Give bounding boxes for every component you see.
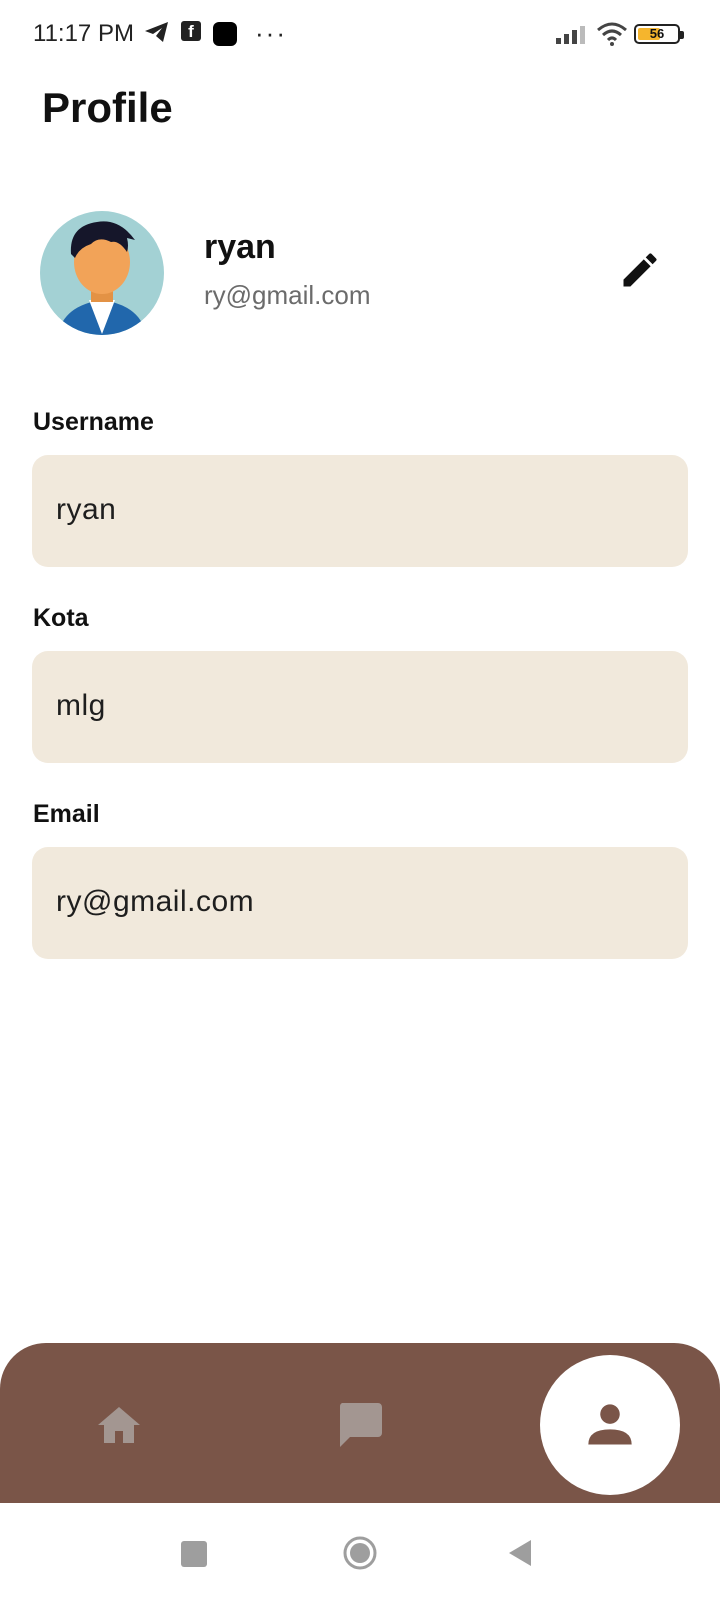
status-time: 11:17 PM	[33, 20, 134, 47]
username-field[interactable]: ryan	[32, 455, 688, 567]
system-back-button[interactable]	[507, 1538, 533, 1573]
battery-level: 56	[649, 26, 665, 41]
system-nav	[0, 1503, 720, 1600]
nav-chat-button[interactable]	[336, 1401, 384, 1454]
username-label: Username	[33, 408, 154, 436]
avatar	[39, 206, 165, 342]
system-home-button[interactable]	[342, 1535, 378, 1576]
email-field[interactable]: ry@gmail.com	[32, 847, 688, 959]
nav-home-button[interactable]	[96, 1405, 142, 1450]
profile-email: ry@gmail.com	[204, 280, 371, 310]
bottom-nav	[0, 1343, 720, 1503]
telegram-icon	[144, 21, 170, 48]
profile-name: ryan	[204, 228, 276, 266]
kota-value: mlg	[56, 689, 106, 722]
screen: 11:17 PM f ··· 56 Profile ryan ry@gmail.…	[0, 0, 720, 1600]
email-value: ry@gmail.com	[56, 885, 255, 918]
more-dots-icon: ···	[255, 18, 287, 48]
page-title: Profile	[42, 84, 173, 131]
edit-profile-button[interactable]	[618, 248, 662, 292]
app-icon	[213, 22, 237, 46]
recent-apps-button[interactable]	[181, 1541, 207, 1567]
nav-profile-button[interactable]	[540, 1355, 680, 1495]
battery-icon: 56	[634, 24, 684, 44]
kota-label: Kota	[33, 604, 89, 632]
circle-home-icon	[343, 1536, 377, 1570]
username-value: ryan	[56, 493, 117, 526]
email-label: Email	[33, 800, 100, 828]
person-icon	[588, 1404, 632, 1445]
wifi-icon	[596, 22, 628, 51]
kota-field[interactable]: mlg	[32, 651, 688, 763]
home-icon	[98, 1407, 140, 1443]
pencil-icon	[623, 253, 657, 287]
signal-icon	[556, 24, 590, 49]
status-bar: 11:17 PM f ··· 56	[0, 0, 720, 70]
facebook-icon: f	[181, 21, 201, 41]
back-triangle-icon	[509, 1540, 531, 1566]
chat-icon	[339, 1403, 382, 1447]
